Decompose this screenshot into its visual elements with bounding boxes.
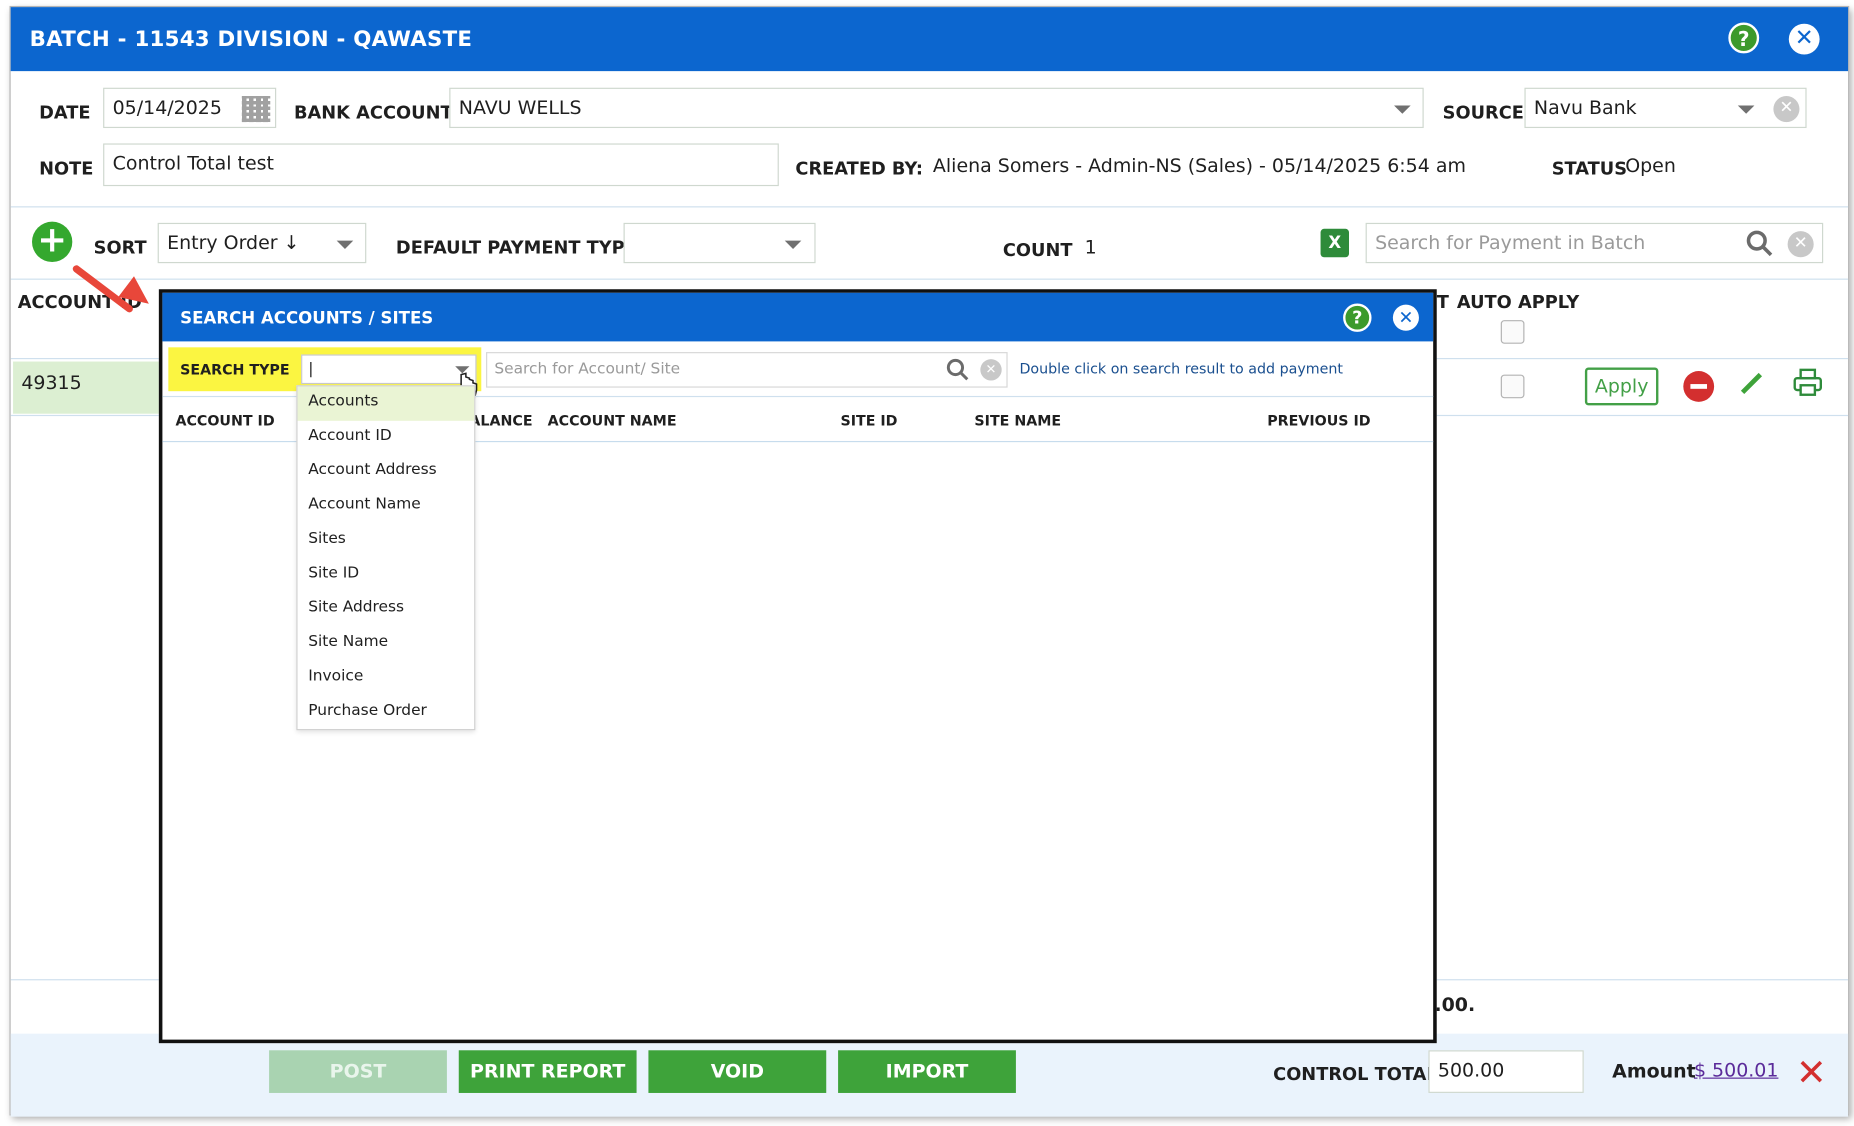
col-site-id: SITE ID [840,412,898,430]
option-account-address[interactable]: Account Address [298,455,475,489]
row-account-id: 49315 [21,371,82,394]
divider [10,278,1849,280]
col-site-name: SITE NAME [974,412,1062,430]
option-site-id[interactable]: Site ID [298,558,475,592]
created-by-value: Aliena Somers - Admin-NS (Sales) - 05/14… [932,154,1466,177]
amount-label: Amount [1612,1059,1696,1083]
help-icon[interactable]: ? [1728,22,1760,54]
print-report-button[interactable]: PRINT REPORT [458,1050,637,1093]
clear-icon[interactable]: ✕ [1787,231,1814,258]
close-icon[interactable]: ✕ [1392,304,1419,331]
col-auto-apply: AUTO APPLY [1456,291,1580,313]
col-partial-header: T [1436,291,1449,313]
excel-icon[interactable]: X [1320,228,1350,258]
option-sites[interactable]: Sites [298,524,475,558]
option-purchase-order[interactable]: Purchase Order [298,696,475,730]
sort-select[interactable]: Entry Order ↓ [157,222,367,264]
control-total-label: CONTROL TOTAL [1273,1063,1438,1085]
col-account-name: ACCOUNT NAME [547,412,677,430]
print-icon[interactable] [1792,367,1823,398]
hidden-total-text: .00. [1434,993,1476,1016]
status-value: Open [1625,154,1676,177]
post-button[interactable]: POST [269,1050,447,1093]
auto-apply-all-checkbox[interactable] [1500,320,1525,344]
chevron-down-icon[interactable] [336,240,354,249]
count-label: COUNT [1002,239,1073,261]
search-icon[interactable] [946,358,970,382]
clear-icon[interactable]: ✕ [980,359,1002,381]
edit-icon[interactable] [1739,370,1765,396]
control-total-value: 500.00 [1437,1058,1505,1082]
count-value: 1 [1084,235,1097,259]
account-search-input[interactable]: Search for Account/ Site [486,352,1008,388]
col-account-id: ACCOUNT ID [175,412,275,430]
window-title: BATCH - 11543 DIVISION - QAWASTE [29,27,473,53]
option-site-address[interactable]: Site Address [298,593,475,627]
calendar-icon[interactable] [241,96,271,123]
option-account-name[interactable]: Account Name [298,490,475,524]
option-site-name[interactable]: Site Name [298,627,475,661]
dialog-title: SEARCH ACCOUNTS / SITES [180,309,434,329]
chevron-down-icon[interactable] [1394,105,1411,114]
dialog-titlebar: SEARCH ACCOUNTS / SITES ? ✕ [162,292,1434,342]
divider [10,206,1849,208]
close-icon[interactable]: ✕ [1788,23,1820,55]
source-value: Navu Bank [1533,96,1637,119]
option-account-id[interactable]: Account ID [298,421,475,455]
chevron-down-icon[interactable] [1737,105,1755,114]
date-label: DATE [39,101,91,124]
payment-search-placeholder: Search for Payment in Batch [1375,231,1646,254]
sort-label: SORT [93,237,147,259]
auto-apply-checkbox[interactable] [1500,374,1525,399]
help-icon[interactable]: ? [1343,303,1372,332]
col-previous-id: PREVIOUS ID [1267,412,1371,430]
bank-account-value: NAVU WELLS [458,96,582,119]
void-button[interactable]: VOID [648,1050,827,1093]
option-invoice[interactable]: Invoice [298,661,475,695]
search-type-label: SEARCH TYPE [180,361,290,379]
note-label: NOTE [39,157,94,179]
window-titlebar: BATCH - 11543 DIVISION - QAWASTE ? ✕ [10,7,1849,72]
delete-icon[interactable] [1798,1059,1824,1085]
source-label: SOURCE [1442,101,1524,124]
apply-button[interactable]: Apply [1584,367,1659,406]
search-type-dropdown: Accounts Account ID Account Address Acco… [296,385,476,731]
amount-link[interactable]: $ 500.01 [1694,1059,1778,1082]
chevron-down-icon[interactable] [784,240,802,249]
import-button[interactable]: IMPORT [838,1050,1016,1093]
search-icon[interactable] [1745,229,1773,257]
source-select[interactable]: Navu Bank [1524,87,1807,129]
control-total-input[interactable]: 500.00 [1428,1050,1584,1093]
clear-icon[interactable]: ✕ [1773,96,1800,123]
sort-value: Entry Order ↓ [167,231,300,254]
created-by-label: CREATED BY: [795,157,923,179]
bank-account-label: BANK ACCOUNT [293,101,453,124]
search-type-value: | [308,360,314,379]
add-icon[interactable]: + [32,221,73,262]
search-type-select[interactable]: | [301,354,477,385]
remove-icon[interactable] [1683,371,1715,402]
status-label: STATUS [1551,157,1628,179]
account-search-placeholder: Search for Account/ Site [494,360,681,379]
note-value: Control Total test [112,151,274,175]
double-click-hint: Double click on search result to add pay… [1019,360,1343,377]
col-balance: ALANCE [469,412,533,430]
date-value: 05/14/2025 [112,96,222,119]
note-field[interactable]: Control Total test [103,143,779,187]
option-accounts[interactable]: Accounts [297,386,475,421]
bank-account-select[interactable]: NAVU WELLS [449,87,1424,129]
default-payment-label: DEFAULT PAYMENT TYPE [395,237,637,259]
